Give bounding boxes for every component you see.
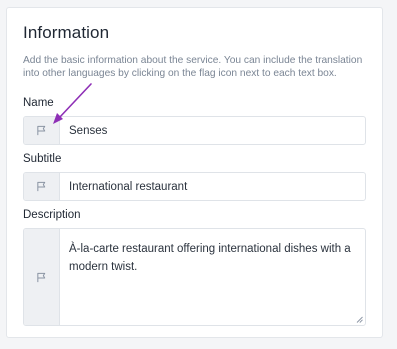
name-input[interactable]: Senses — [60, 117, 365, 144]
subtitle-input[interactable]: International restaurant — [60, 173, 365, 200]
card-description: Add the basic information about the serv… — [23, 55, 363, 79]
flag-icon — [37, 272, 46, 282]
name-label: Name — [23, 97, 54, 109]
card-title: Information — [23, 23, 110, 42]
description-flag-button[interactable] — [24, 229, 60, 325]
name-field[interactable]: Senses — [23, 116, 366, 145]
description-textarea[interactable]: À-la-carte restaurant offering internati… — [60, 229, 365, 325]
subtitle-field[interactable]: International restaurant — [23, 172, 366, 201]
description-field[interactable]: À-la-carte restaurant offering internati… — [23, 228, 366, 326]
name-flag-button[interactable] — [24, 117, 60, 144]
resize-handle-icon[interactable] — [356, 316, 363, 323]
subtitle-label: Subtitle — [23, 153, 62, 165]
subtitle-flag-button[interactable] — [24, 173, 60, 200]
information-card: Information Add the basic information ab… — [6, 7, 383, 338]
flag-icon — [37, 181, 46, 192]
description-text: À-la-carte restaurant offering internati… — [69, 243, 351, 273]
flag-icon — [37, 125, 46, 136]
description-label: Description — [23, 209, 81, 221]
